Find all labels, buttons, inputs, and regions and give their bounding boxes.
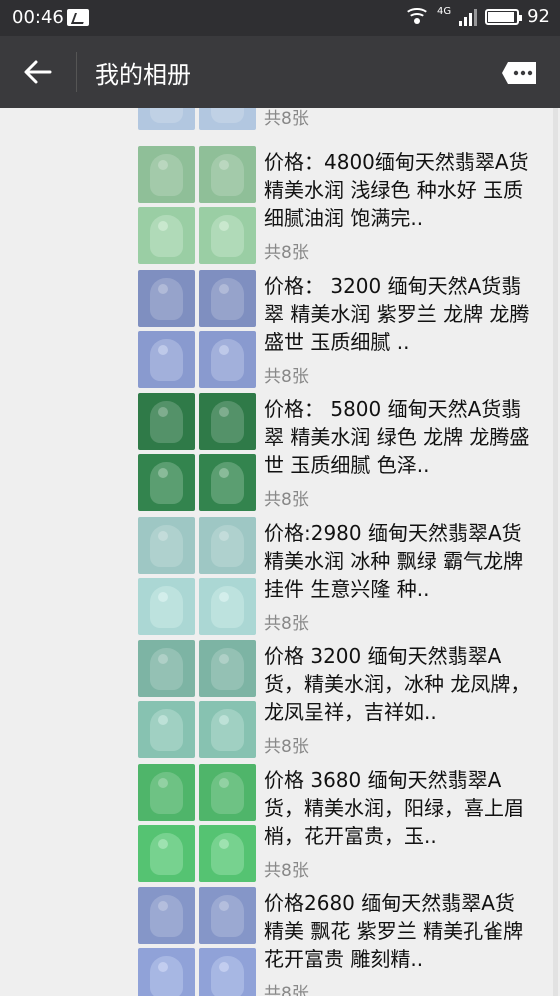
thumbnail-grid <box>138 516 256 635</box>
photo-thumbnail <box>199 269 256 327</box>
album-description: 价格： 5800 缅甸天然A货翡翠 精美水润 绿色 龙牌 龙腾盛世 玉质细腻 色… <box>264 397 530 477</box>
thumbnail-grid <box>138 763 256 882</box>
list-item[interactable]: 价格： 5800 缅甸天然A货翡翠 精美水润 绿色 龙牌 龙腾盛世 玉质细腻 色… <box>138 393 530 513</box>
list-item[interactable]: 价格 3200 缅甸天然翡翠A货，精美水润，冰种 龙凤牌，龙凤呈祥，吉祥如.. 共… <box>138 640 530 760</box>
photo-thumbnail <box>199 516 256 574</box>
app-header: 我的相册 <box>0 36 560 108</box>
album-description: 价格 3680 缅甸天然翡翠A货，精美水润，阳绿，喜上眉梢，花开富贵，玉.. <box>264 767 524 848</box>
list-item[interactable]: 价格:2980 缅甸天然翡翠A货 精美水润 冰种 飘绿 霸气龙牌挂件 生意兴隆 … <box>138 516 530 637</box>
photo-thumbnail <box>199 640 256 697</box>
album-description: 价格：4800缅甸天然翡翠A货 精美水润 浅绿色 种水好 玉质细腻油润 饱满完.… <box>264 150 529 230</box>
photo-thumbnail <box>138 948 195 996</box>
photo-count: 共8张 <box>264 109 309 129</box>
album-description: 价格:2980 缅甸天然翡翠A货 精美水润 冰种 飘绿 霸气龙牌挂件 生意兴隆 … <box>264 520 524 601</box>
list-item[interactable]: 价格： 3200 缅甸天然A货翡翠 精美水润 紫罗兰 龙牌 龙腾盛世 玉质细腻 … <box>138 269 530 390</box>
battery-percent: 92 <box>527 6 550 27</box>
photo-count: 共8张 <box>264 490 309 510</box>
photo-thumbnail <box>138 516 195 574</box>
scrollbar[interactable] <box>553 108 558 996</box>
back-arrow-icon[interactable] <box>22 56 54 88</box>
photo-thumbnail <box>199 763 256 821</box>
album-description: 价格2680 缅甸天然翡翠A货 精美 飘花 紫罗兰 精美孔雀牌 花开富贵 雕刻精… <box>264 891 524 971</box>
list-item[interactable]: 价格2680 缅甸天然翡翠A货 精美 飘花 紫罗兰 精美孔雀牌 花开富贵 雕刻精… <box>138 887 530 996</box>
photo-thumbnail <box>138 824 195 882</box>
photo-count: 共8张 <box>264 243 309 263</box>
photo-thumbnail <box>138 887 195 944</box>
photo-thumbnail <box>199 887 256 944</box>
photo-thumbnail <box>199 701 256 758</box>
photo-thumbnail <box>138 640 195 697</box>
photo-count: 共8张 <box>264 613 309 634</box>
photo-count: 共8张 <box>264 366 309 387</box>
message-more-icon[interactable] <box>502 60 538 86</box>
network-type: 4G <box>436 6 452 17</box>
photo-thumbnail <box>199 146 256 203</box>
list-item[interactable]: 价格 3680 缅甸天然翡翠A货，精美水润，阳绿，喜上眉梢，花开富贵，玉.. 共8… <box>138 763 530 884</box>
photo-thumbnail <box>138 269 195 327</box>
album-list[interactable]: 共8张 价格：4800缅甸天然翡翠A货 精美水润 浅绿色 种水好 玉质细腻油润 … <box>0 108 560 996</box>
status-bar: 00:46 4G 92 <box>0 0 560 36</box>
photo-thumbnail <box>138 330 195 388</box>
list-item[interactable]: 价格：4800缅甸天然翡翠A货 精美水润 浅绿色 种水好 玉质细腻油润 饱满完.… <box>138 146 530 266</box>
photo-thumbnail <box>199 330 256 388</box>
photo-thumbnail <box>199 948 256 996</box>
photo-thumbnail <box>138 763 195 821</box>
photo-thumbnail <box>199 393 256 450</box>
photo-thumbnail <box>138 108 195 130</box>
list-item[interactable]: 共8张 <box>138 108 530 132</box>
photo-thumbnail <box>199 108 256 130</box>
photo-thumbnail <box>199 577 256 635</box>
photo-thumbnail <box>138 454 195 511</box>
photo-thumbnail <box>199 824 256 882</box>
album-description: 价格： 3200 缅甸天然A货翡翠 精美水润 紫罗兰 龙牌 龙腾盛世 玉质细腻 … <box>264 273 530 354</box>
photo-thumbnail <box>138 207 195 264</box>
wifi-icon <box>403 7 430 26</box>
header-divider <box>76 52 77 92</box>
photo-thumbnail <box>138 577 195 635</box>
photo-count: 共8张 <box>264 860 309 881</box>
photo-thumbnail <box>199 454 256 511</box>
battery-icon <box>485 8 523 25</box>
photo-thumbnail <box>199 207 256 264</box>
status-time: 00:46 <box>12 7 64 28</box>
photo-thumbnail <box>138 701 195 758</box>
thumbnail-grid <box>138 393 256 511</box>
thumbnail-grid <box>138 146 256 264</box>
album-description: 价格 3200 缅甸天然翡翠A货，精美水润，冰种 龙凤牌，龙凤呈祥，吉祥如.. <box>264 644 531 724</box>
status-right: 4G 92 <box>403 6 550 27</box>
notification-icon <box>67 9 89 26</box>
thumbnail-grid <box>138 269 256 388</box>
thumbnail-grid <box>138 640 256 758</box>
signal-icon <box>459 8 478 26</box>
photo-thumbnail <box>138 393 195 450</box>
page-title: 我的相册 <box>95 61 191 89</box>
thumbnail-grid <box>138 108 256 130</box>
thumbnail-grid <box>138 887 256 996</box>
photo-count: 共8张 <box>264 984 309 996</box>
photo-count: 共8张 <box>264 737 309 757</box>
photo-thumbnail <box>138 146 195 203</box>
